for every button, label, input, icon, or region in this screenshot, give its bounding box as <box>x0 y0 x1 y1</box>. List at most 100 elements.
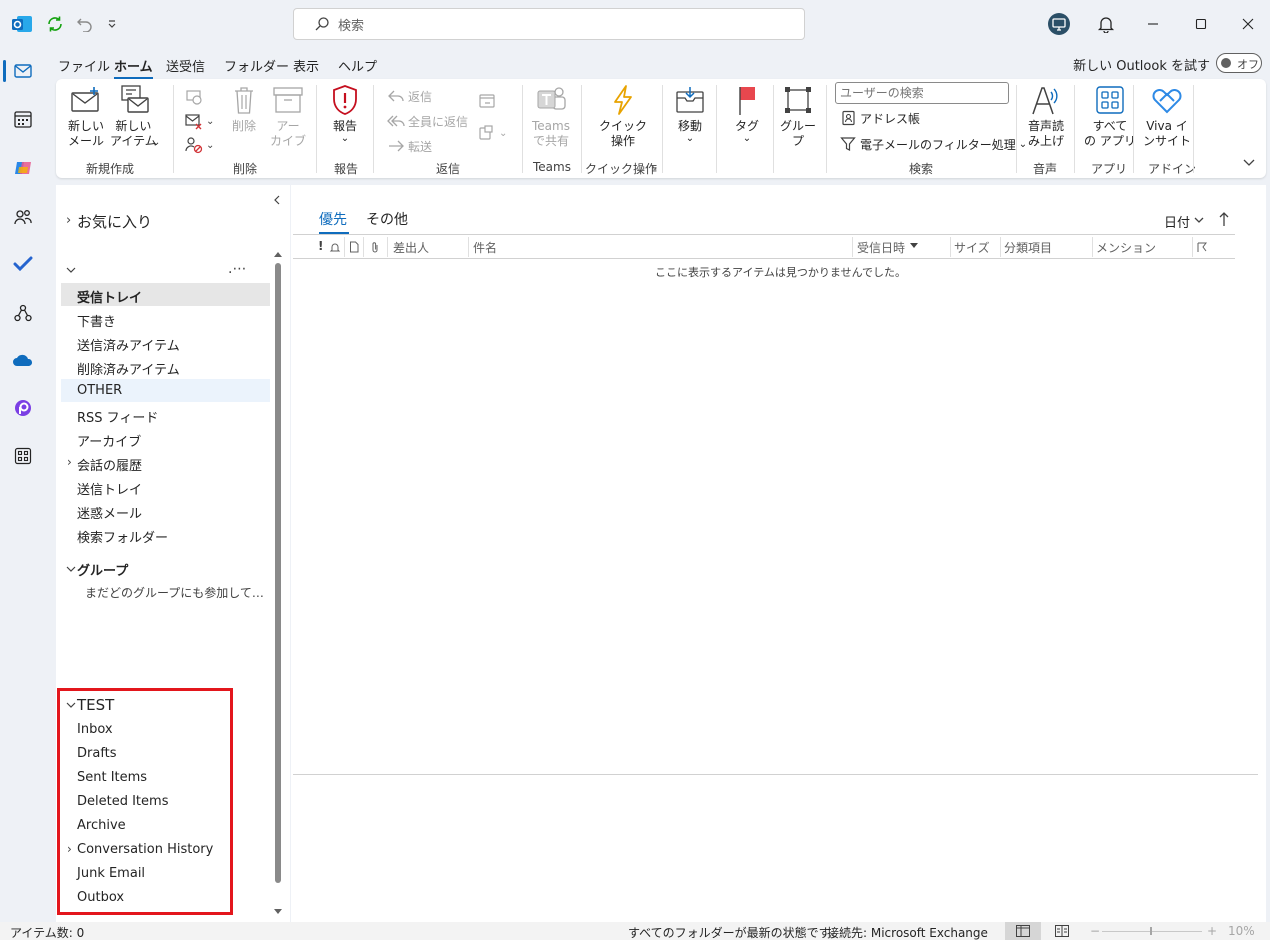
tag-button[interactable]: タグ ⌄ <box>730 83 764 144</box>
tab-home[interactable]: ホーム <box>114 56 153 79</box>
read-aloud-button[interactable]: 音声読 み上げ <box>1028 83 1064 149</box>
onedrive-icon[interactable] <box>9 346 37 374</box>
report-button[interactable]: 報告 ⌄ <box>328 83 362 144</box>
folder-archive[interactable]: Archive <box>77 818 126 833</box>
folder-archive-jp[interactable]: アーカイブ <box>77 431 141 450</box>
ignore-button[interactable] <box>184 87 206 107</box>
new-outlook-toggle[interactable]: オフ <box>1216 53 1262 73</box>
folder-sent-items[interactable]: Sent Items <box>77 770 147 785</box>
folder-conversation-history[interactable]: Conversation History <box>77 842 213 857</box>
collapse-pane-icon[interactable] <box>272 195 282 205</box>
cleanup-button[interactable]: ⌄ <box>184 111 214 131</box>
todo-icon[interactable] <box>9 250 37 278</box>
tab-other[interactable]: その他 <box>366 209 408 229</box>
meeting-reply-button[interactable] <box>477 91 499 111</box>
search-box[interactable]: 検索 <box>293 8 805 40</box>
maximize-button[interactable] <box>1183 8 1219 40</box>
chevron-down-icon[interactable] <box>1193 215 1205 225</box>
ribbon-expand-icon[interactable] <box>1242 157 1256 169</box>
tab-view[interactable]: 表示 <box>293 56 319 75</box>
scroll-up-icon[interactable] <box>274 251 282 259</box>
close-button[interactable] <box>1230 8 1266 40</box>
chevron-right-icon[interactable]: › <box>67 842 72 856</box>
dialog-launcher-icon[interactable]: ↘ <box>650 163 658 173</box>
more-respond-button[interactable]: ⌄ <box>477 123 507 143</box>
size-column-header[interactable]: サイズ <box>954 239 990 256</box>
user-search-input[interactable] <box>835 82 1009 104</box>
folder-outbox[interactable]: Outbox <box>77 890 124 905</box>
new-item-button[interactable]: 新しい アイテム <box>110 83 157 149</box>
folder-deleted-items[interactable]: Deleted Items <box>77 794 168 809</box>
forward-button[interactable]: 転送 <box>386 136 432 156</box>
loop-icon[interactable] <box>9 394 37 422</box>
sort-direction-icon[interactable] <box>1219 211 1229 227</box>
tab-send-receive[interactable]: 送受信 <box>166 56 205 75</box>
new-mail-button[interactable]: 新しい メール <box>68 83 104 149</box>
folder-inbox-jp[interactable]: 受信トレイ <box>77 287 142 306</box>
chevron-right-icon[interactable]: › <box>66 213 71 228</box>
address-book-button[interactable]: アドレス帳 <box>838 108 920 128</box>
reading-pane-divider[interactable] <box>293 774 1258 775</box>
folder-sent-jp[interactable]: 送信済みアイテム <box>77 335 180 354</box>
quick-steps-button[interactable]: クイック 操作 <box>599 83 647 149</box>
mention-column-header[interactable]: メンション <box>1096 239 1156 256</box>
chevron-right-icon[interactable]: › <box>67 455 72 469</box>
undo-icon[interactable] <box>73 12 97 36</box>
scroll-down-icon[interactable] <box>274 907 282 915</box>
from-column-header[interactable]: 差出人 <box>393 239 429 256</box>
zoom-out-icon[interactable]: − <box>1090 924 1100 938</box>
folder-junk-jp[interactable]: 迷惑メール <box>77 503 142 522</box>
folder-drafts-jp[interactable]: 下書き <box>77 311 116 330</box>
reminder-column-icon[interactable] <box>329 241 341 253</box>
tab-focused[interactable]: 優先 <box>319 209 347 229</box>
category-column-header[interactable]: 分類項目 <box>1004 239 1052 256</box>
folder-conversation-history-jp[interactable]: 会話の履歴 <box>77 455 142 474</box>
group-button[interactable]: グルー プ <box>780 83 816 149</box>
copilot-icon[interactable] <box>9 154 37 182</box>
junk-button[interactable]: ⌄ <box>184 135 214 155</box>
folder-outbox-jp[interactable]: 送信トレイ <box>77 479 142 498</box>
calendar-icon[interactable] <box>9 105 37 133</box>
reading-view-button[interactable] <box>1055 925 1069 937</box>
folder-rss[interactable]: RSS フィード <box>77 407 158 426</box>
all-apps-button[interactable]: すべて の アプリ <box>1084 83 1136 149</box>
zoom-slider[interactable] <box>1102 931 1202 932</box>
teams-share-button[interactable]: Teams で共有 <box>532 83 570 149</box>
delete-button[interactable]: 削除 <box>227 83 261 134</box>
subject-column-header[interactable]: 件名 <box>473 239 497 256</box>
groups-header[interactable]: グループ <box>77 560 128 579</box>
folder-deleted-jp[interactable]: 削除済みアイテム <box>77 359 180 378</box>
more-apps-icon[interactable] <box>9 442 37 470</box>
reply-all-button[interactable]: 全員に返信 <box>386 111 468 131</box>
move-button[interactable]: 移動 ⌄ <box>673 83 707 144</box>
viva-insights-button[interactable]: Viva イ ンサイト <box>1143 83 1191 149</box>
flag-column-icon[interactable] <box>1196 241 1208 253</box>
zoom-in-icon[interactable]: + <box>1207 924 1217 938</box>
attachment-column-icon[interactable] <box>370 241 380 253</box>
normal-view-button[interactable] <box>1005 922 1041 940</box>
importance-column-icon[interactable]: ! <box>318 239 323 253</box>
icon-column-icon[interactable] <box>348 241 360 253</box>
scrollbar-thumb[interactable] <box>275 263 281 883</box>
folder-search-folders[interactable]: 検索フォルダー <box>77 527 168 546</box>
reply-button[interactable]: 返信 <box>386 86 432 106</box>
favorites-header[interactable]: お気に入り <box>77 211 152 232</box>
folder-scrollbar[interactable] <box>274 251 282 914</box>
test-account-header[interactable]: TEST <box>77 696 114 714</box>
tab-help[interactable]: ヘルプ <box>338 56 377 75</box>
chevron-down-icon[interactable] <box>66 265 76 275</box>
folder-inbox[interactable]: Inbox <box>77 722 113 737</box>
coaching-icon[interactable] <box>1047 12 1071 36</box>
tab-file[interactable]: ファイル <box>58 56 110 75</box>
chevron-down-icon[interactable] <box>66 700 76 710</box>
tab-folder[interactable]: フォルダー <box>224 56 289 75</box>
org-explorer-icon[interactable] <box>9 299 37 327</box>
more-options-icon[interactable]: .⋯ <box>228 261 246 277</box>
chevron-down-icon[interactable] <box>66 564 76 574</box>
minimize-button[interactable] <box>1135 8 1171 40</box>
customize-quick-access-icon[interactable] <box>100 12 124 36</box>
mail-icon[interactable] <box>9 57 37 85</box>
people-icon[interactable] <box>9 203 37 231</box>
archive-button[interactable]: アー カイブ <box>270 83 306 149</box>
folder-other[interactable]: OTHER <box>77 383 122 398</box>
